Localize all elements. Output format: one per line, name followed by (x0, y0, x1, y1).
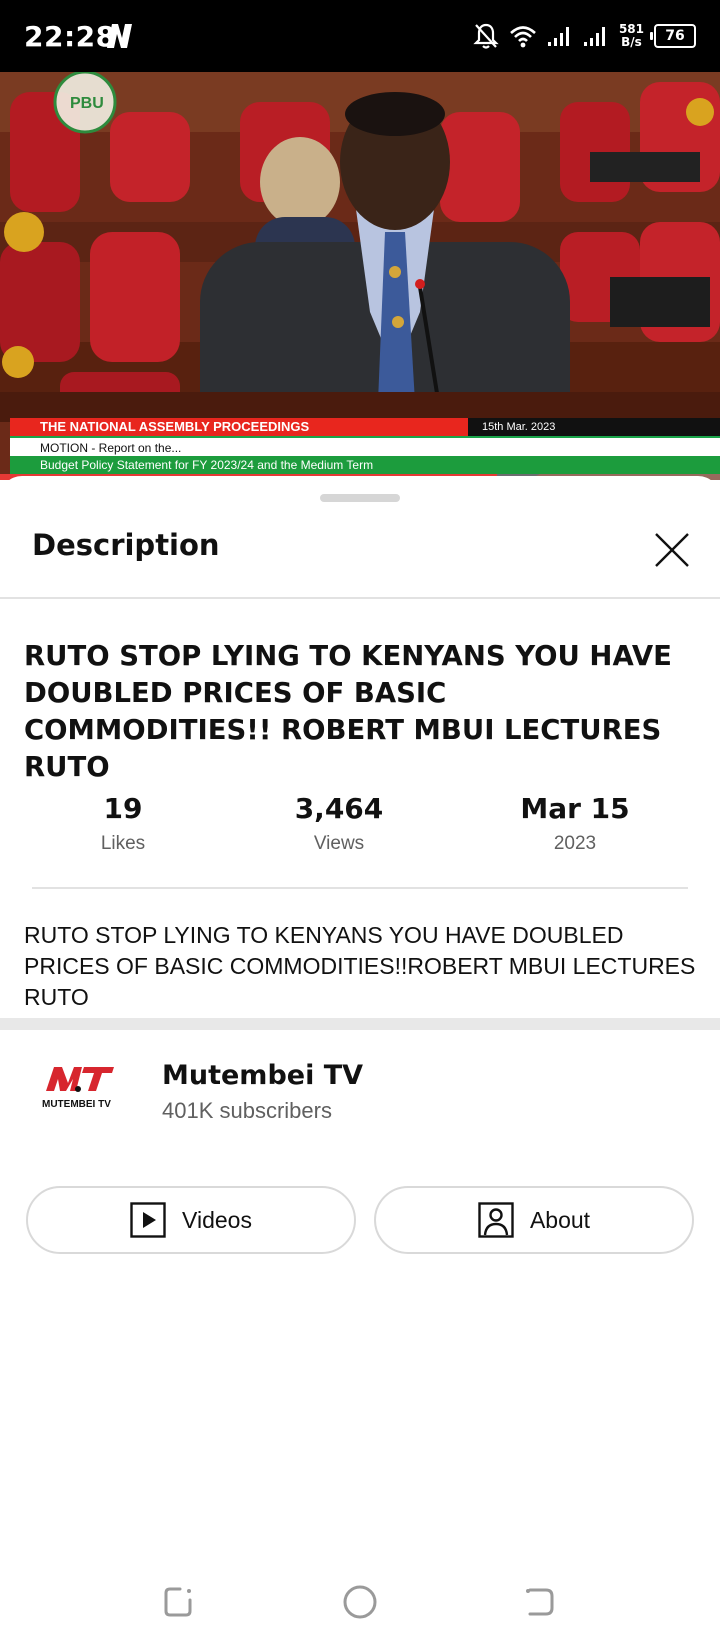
videos-button[interactable]: Videos (26, 1186, 356, 1254)
notifications-off-icon (473, 23, 499, 49)
publish-date: Mar 15 (520, 792, 630, 825)
divider (0, 597, 720, 599)
home-icon[interactable] (340, 1582, 380, 1622)
stat-date: Mar 15 2023 (475, 792, 675, 855)
wifi-icon (510, 26, 536, 48)
ticker-headline: THE NATIONAL ASSEMBLY PROCEEDINGS (10, 418, 468, 436)
signal-2-icon (583, 27, 605, 46)
views-label: Views (313, 833, 365, 854)
network-speed-unit: B/s (621, 35, 642, 49)
description-text: RUTO STOP LYING TO KENYANS YOU HAVE DOUB… (24, 922, 696, 1010)
section-separator (0, 1018, 720, 1030)
about-button[interactable]: About (374, 1186, 694, 1254)
recents-icon[interactable] (160, 1582, 200, 1622)
channel-logo-text: MUTEMBEI TV (42, 1099, 111, 1110)
pbu-watermark: PBU (70, 95, 104, 112)
network-speed: 581 B/s (619, 23, 644, 49)
channel-name[interactable]: Mutembei TV (162, 1060, 363, 1091)
video-player[interactable]: PBU THE NATIONAL ASSEMBLY PROCEEDINGS 15… (0, 72, 720, 480)
about-label: About (529, 1206, 591, 1233)
ticker-date: 15th Mar. 2023 (468, 418, 720, 436)
stat-likes: 19 Likes (23, 792, 223, 855)
battery-icon: 76 (650, 24, 696, 48)
video-title: RUTO STOP LYING TO KENYANS YOU HAVE DOUB… (24, 640, 672, 783)
ticker-subtitle: Budget Policy Statement for FY 2023/24 a… (10, 456, 720, 474)
subscriber-count: 401K subscribers (162, 1098, 332, 1123)
stat-views: 3,464 Views (239, 792, 439, 855)
divider (32, 887, 688, 889)
play-icon (130, 1202, 166, 1238)
sheet-title: Description (32, 528, 220, 562)
channel-avatar[interactable]: MUTEMBEI TV (40, 1059, 126, 1115)
status-time: 22:28 (24, 20, 116, 53)
video-stats: 19 Likes 3,464 Views Mar 15 2023 (0, 792, 720, 862)
signal-1-icon (547, 27, 569, 46)
likes-label: Likes (100, 833, 146, 854)
ticker-motion: MOTION - Report on the... (10, 436, 720, 456)
publish-year: 2023 (553, 833, 597, 854)
back-icon[interactable] (520, 1582, 560, 1622)
status-bar: 22:28 581 B/s 76 (0, 0, 720, 72)
description-sheet: Description RUTO STOP LYING TO KENYANS Y… (0, 476, 720, 1640)
likes-count: 19 (103, 792, 143, 825)
person-icon (478, 1202, 514, 1238)
status-icons: 581 B/s 76 (473, 18, 696, 54)
netflix-n-icon (107, 24, 132, 48)
drag-handle[interactable] (320, 494, 400, 502)
close-icon[interactable] (650, 528, 694, 572)
views-count: 3,464 (294, 792, 384, 825)
videos-label: Videos (182, 1206, 252, 1233)
system-nav-bar (0, 1560, 720, 1640)
